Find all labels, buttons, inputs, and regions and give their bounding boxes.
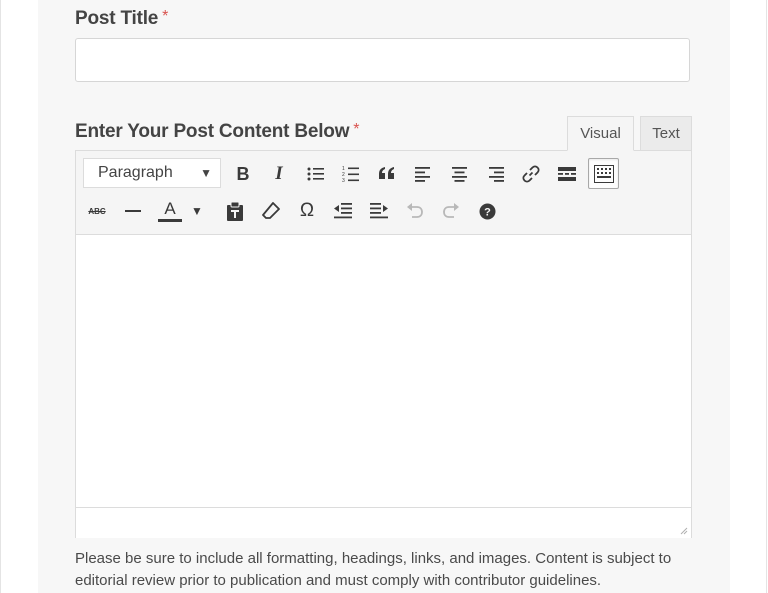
special-character-button[interactable]: Ω bbox=[292, 196, 322, 226]
tab-visual[interactable]: Visual bbox=[567, 116, 634, 151]
paste-as-text-icon bbox=[227, 201, 243, 221]
special-character-icon: Ω bbox=[299, 200, 315, 221]
align-right-button[interactable] bbox=[480, 159, 510, 189]
numbered-list-icon: 1 2 3 bbox=[342, 166, 359, 183]
bold-icon: B bbox=[236, 163, 250, 184]
post-content-label: Enter Your Post Content Below * bbox=[75, 121, 360, 143]
read-more-icon bbox=[558, 167, 576, 181]
horizontal-line-button[interactable] bbox=[118, 196, 148, 226]
chevron-down-icon: ▼ bbox=[191, 204, 203, 218]
strikethrough-button[interactable]: ABC bbox=[82, 196, 112, 226]
read-more-button[interactable] bbox=[552, 159, 582, 189]
blockquote-icon bbox=[379, 167, 394, 179]
post-title-label: Post Title * bbox=[75, 8, 168, 30]
indent-icon bbox=[370, 203, 388, 219]
align-center-icon bbox=[451, 167, 467, 182]
clear-formatting-icon bbox=[262, 202, 280, 219]
required-asterisk: * bbox=[162, 8, 169, 25]
align-right-icon bbox=[488, 167, 504, 182]
undo-button[interactable] bbox=[400, 196, 430, 226]
text-color-icon: A bbox=[164, 198, 176, 218]
blockquote-button[interactable] bbox=[372, 159, 402, 189]
paste-as-text-button[interactable] bbox=[220, 196, 250, 226]
indent-button[interactable] bbox=[364, 196, 394, 226]
format-select-value: Paragraph bbox=[98, 164, 173, 181]
toolbar-toggle-button[interactable] bbox=[588, 158, 619, 189]
strikethrough-icon: ABC bbox=[88, 206, 106, 216]
text-color-button[interactable]: A bbox=[154, 196, 186, 226]
outdent-button[interactable] bbox=[328, 196, 358, 226]
bullet-list-button[interactable] bbox=[301, 159, 331, 189]
insert-link-button[interactable] bbox=[516, 159, 546, 189]
toolbar-toggle-icon bbox=[593, 164, 614, 183]
svg-text:?: ? bbox=[484, 206, 491, 218]
page-left-border bbox=[0, 0, 1, 593]
resize-handle-icon[interactable] bbox=[678, 525, 688, 535]
help-icon: ? bbox=[479, 203, 495, 219]
align-center-button[interactable] bbox=[444, 159, 474, 189]
post-title-input[interactable] bbox=[75, 38, 690, 82]
editor-toolbar: Paragraph ▼ B I 1 2 3 ABC A ▼ Ω ? bbox=[76, 151, 691, 235]
horizontal-line-icon bbox=[125, 210, 141, 212]
align-left-icon bbox=[414, 167, 430, 182]
align-left-button[interactable] bbox=[408, 159, 438, 189]
help-button[interactable]: ? bbox=[472, 196, 502, 226]
required-asterisk: * bbox=[353, 121, 360, 138]
help-text: Please be sure to include all formatting… bbox=[75, 550, 672, 589]
italic-icon: I bbox=[275, 163, 283, 184]
post-title-label-text: Post Title bbox=[75, 8, 159, 29]
tab-text[interactable]: Text bbox=[640, 116, 692, 151]
numbered-list-button[interactable]: 1 2 3 bbox=[336, 159, 366, 189]
italic-button[interactable]: I bbox=[264, 159, 294, 189]
bullet-list-icon bbox=[307, 167, 324, 181]
svg-text:3: 3 bbox=[342, 178, 345, 183]
format-select[interactable]: Paragraph ▼ bbox=[83, 158, 221, 188]
editor-statusbar bbox=[76, 507, 691, 538]
bold-button[interactable]: B bbox=[228, 159, 258, 189]
link-icon bbox=[522, 165, 540, 183]
page-right-border bbox=[766, 0, 767, 593]
undo-icon bbox=[407, 203, 423, 218]
text-color-swatch bbox=[158, 218, 182, 222]
text-color-dropdown[interactable]: ▼ bbox=[186, 196, 208, 226]
clear-formatting-button[interactable] bbox=[256, 196, 286, 226]
post-content-label-text: Enter Your Post Content Below bbox=[75, 121, 350, 142]
outdent-icon bbox=[334, 203, 352, 219]
rich-text-editor: Paragraph ▼ B I 1 2 3 ABC A ▼ Ω ? bbox=[75, 150, 692, 538]
redo-button[interactable] bbox=[436, 196, 466, 226]
editor-content-area[interactable] bbox=[76, 235, 691, 507]
redo-icon bbox=[443, 203, 459, 218]
chevron-down-icon: ▼ bbox=[200, 166, 212, 180]
